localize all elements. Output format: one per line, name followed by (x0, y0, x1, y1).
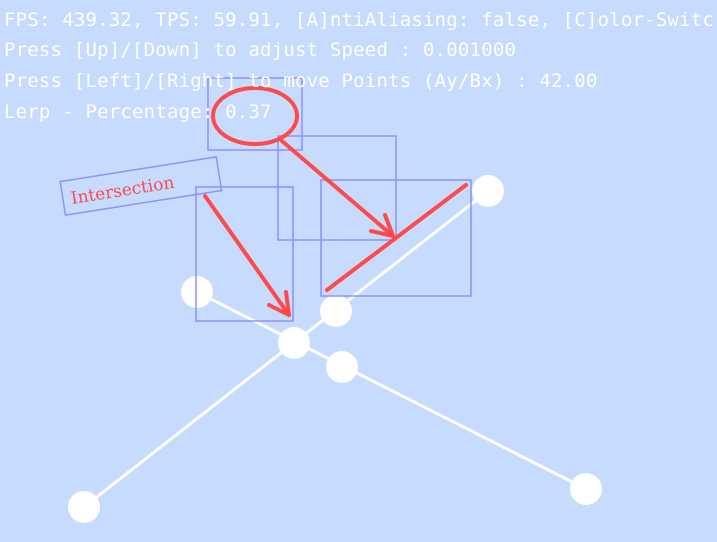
hud-lerp-line: Lerp - Percentage: 0.37 (4, 101, 272, 123)
lerp-point-a (320, 295, 352, 327)
lerp-point-b (326, 351, 358, 383)
hud-speed-line: Press [Up]/[Down] to adjust Speed : 0.00… (4, 39, 517, 61)
intersection-annotation: Intersection (59, 156, 223, 217)
render-canvas[interactable]: Intersection FPS: 439.32, TPS: 59.91, [A… (0, 0, 717, 542)
arrow-to-intersection (203, 194, 291, 317)
hud-points-line: Press [Left]/[Right] to move Points (Ay/… (4, 70, 598, 92)
geometry-lines (83, 189, 587, 509)
intersection-point (278, 327, 310, 359)
hud-fps-line: FPS: 439.32, TPS: 59.91, [A]ntiAliasing:… (4, 9, 714, 31)
point-b-end[interactable] (570, 473, 602, 505)
point-a-end[interactable] (472, 175, 504, 207)
arrow-to-lerp (280, 139, 395, 238)
point-b-start[interactable] (181, 276, 213, 308)
point-a-start[interactable] (68, 491, 100, 523)
geometry-points (68, 175, 602, 523)
